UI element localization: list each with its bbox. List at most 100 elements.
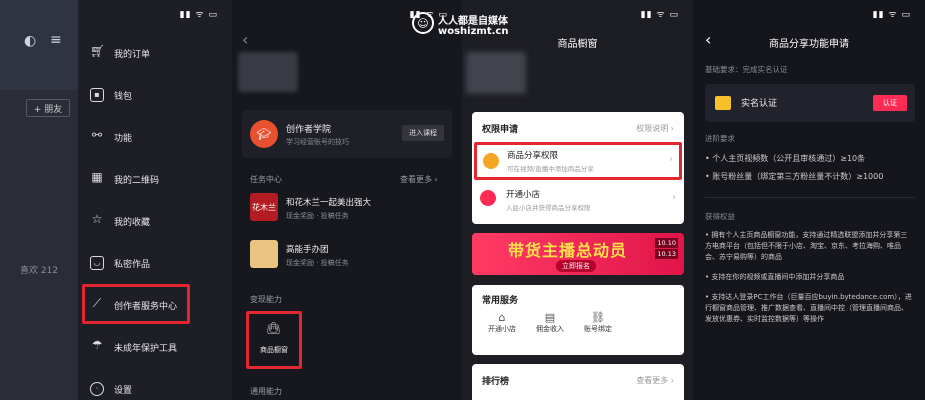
- status-icons: ▮▮ ᯤ ▭: [640, 10, 679, 20]
- watermark-text: 人人都是自媒体: [438, 16, 508, 27]
- profile-background: ◐ ≡ + 朋友 喜欢 212: [0, 0, 78, 400]
- permission-explain-link[interactable]: 权限说明 ›: [636, 123, 674, 134]
- rights-item: • 支持在你的视频或直播间中添加并分享商品: [705, 273, 845, 281]
- menu-item-qrcode[interactable]: ▦ 我的二维码: [90, 170, 160, 186]
- avatar: [238, 52, 298, 92]
- open-shop-subtitle: 入驻小店并获得商品分享权限: [506, 204, 591, 212]
- task-center-title: 任务中心: [250, 175, 282, 184]
- menu-item-label: 我的订单: [114, 49, 151, 60]
- shop-open-icon: [480, 190, 496, 206]
- share-permission-title: 商品分享权限: [507, 151, 559, 161]
- task-title[interactable]: 高能手办团: [286, 243, 329, 255]
- ranking-more-link[interactable]: 查看更多 ›: [636, 375, 674, 386]
- open-shop-title[interactable]: 开通小店: [506, 188, 540, 200]
- permission-title: 权限申请: [482, 125, 519, 135]
- ranking-title: 排行榜: [482, 377, 510, 387]
- basic-requirement: 基础要求：完成实名认证: [705, 65, 788, 74]
- menu-item-label: 钱包: [114, 91, 133, 102]
- rights-title: 获得权益: [705, 212, 735, 221]
- more-label: 查看更多: [636, 376, 669, 385]
- menu-item-label: 我的收藏: [114, 217, 151, 228]
- explain-label: 权限说明: [636, 124, 669, 133]
- menu-item-orders[interactable]: 🛒︎ 我的订单: [90, 45, 151, 60]
- divider: [705, 197, 915, 198]
- task-title[interactable]: 和花木兰一起美出强大: [286, 196, 371, 208]
- watermark-url: woshizmt.cn: [438, 26, 509, 37]
- realname-card: 实名认证 认证: [705, 84, 915, 122]
- shop-icon: ⌂: [498, 311, 506, 324]
- service-label: 佣金收入: [536, 325, 564, 333]
- menu-item-label: 设置: [114, 385, 133, 396]
- academy-icon: 🎓︎: [250, 120, 278, 148]
- panel-creator-center: ▮▮ ᯤ ▭ ‹ 🎓︎ 创作者学院 学习经营账号的技巧 进入课程 任务中心 查看…: [232, 0, 462, 400]
- service-account-binding[interactable]: ⛓︎ 账号绑定: [578, 311, 618, 334]
- umbrella-icon: ☂: [91, 338, 103, 352]
- services-card: 常用服务 ⌂ 开通小店 ▤ 佣金收入 ⛓︎ 账号绑定: [472, 285, 684, 355]
- page-title: 商品分享功能申请: [769, 39, 849, 50]
- product-window-entry[interactable]: 👜︎ 商品橱窗: [246, 311, 302, 369]
- advanced-item-text: 个人主页视频数（公开且审核通过）≥10条: [712, 154, 866, 163]
- menu-item-label: 我的二维码: [114, 175, 160, 186]
- likes-count[interactable]: 喜欢 212: [20, 263, 58, 276]
- task-thumb-mulan: 花木兰: [250, 193, 278, 221]
- menu-item-private-works[interactable]: ◡ 私密作品: [90, 256, 150, 270]
- enter-course-button[interactable]: 进入课程: [402, 125, 444, 141]
- settings-icon: ·: [90, 382, 104, 396]
- service-open-shop[interactable]: ⌂ 开通小店: [482, 311, 522, 334]
- ranking-card: 排行榜 查看更多 ›: [472, 364, 684, 400]
- promo-banner[interactable]: 带货主播总动员 立即报名 10.10 10.13: [472, 233, 684, 275]
- back-icon[interactable]: ‹: [242, 30, 248, 49]
- menu-item-minor-protection[interactable]: ☂ 未成年保护工具: [90, 338, 178, 354]
- shop-bag-icon: 👜︎: [266, 321, 282, 335]
- service-label: 开通小店: [488, 325, 516, 333]
- income-icon: ▤: [544, 311, 556, 324]
- share-permission-item[interactable]: 商品分享权限 可在视频/直播中添加商品分享 ›: [474, 142, 682, 180]
- qrcode-icon: ▦: [91, 170, 103, 184]
- rights-item-text: 支持在你的视频或直播间中添加并分享商品: [711, 273, 845, 281]
- status-icons: ▮▮ ᯤ ▭: [872, 10, 911, 20]
- menu-item-label: 功能: [114, 133, 133, 144]
- panel-product-window: ▮▮ ᯤ ▭ 商品橱窗 权限申请 权限说明 › 商品分享权限 可在视频/直播中添…: [462, 0, 693, 400]
- service-income[interactable]: ▤ 佣金收入: [530, 311, 570, 334]
- rights-item-text: 拥有个人主页商品橱窗功能，支持通过精选联盟添加并分享第三方电商平台（包括但不限于…: [705, 231, 908, 261]
- academy-card[interactable]: 🎓︎ 创作者学院 学习经营账号的技巧 进入课程: [242, 110, 452, 158]
- private-works-icon: ◡: [90, 256, 104, 270]
- verify-button[interactable]: 认证: [873, 95, 907, 111]
- services-title: 常用服务: [482, 296, 519, 306]
- banner-signup: 立即报名: [556, 260, 596, 272]
- wallet-icon: ▪: [90, 88, 104, 102]
- add-friend-button[interactable]: + 朋友: [26, 99, 70, 117]
- menu-item-favorites[interactable]: ☆ 我的收藏: [90, 212, 151, 228]
- permission-card: 权限申请 权限说明 › 商品分享权限 可在视频/直播中添加商品分享 › 开通小店…: [472, 112, 684, 224]
- service-label: 账号绑定: [584, 325, 612, 333]
- menu-item-label: 私密作品: [114, 259, 151, 270]
- menu-item-wallet[interactable]: ▪ 钱包: [90, 88, 132, 102]
- task-more-link[interactable]: 查看更多 ›: [400, 174, 438, 185]
- task-thumb-figure: [250, 240, 278, 268]
- highlight-box: [82, 284, 190, 324]
- task-subtitle: 现金奖励 · 投稿任务: [286, 259, 349, 267]
- advanced-item: • 个人主页视频数（公开且审核通过）≥10条: [705, 154, 866, 163]
- share-icon: [483, 153, 499, 169]
- chevron-right-icon: ›: [672, 192, 676, 203]
- menu-item-functions[interactable]: ⚯ 功能: [90, 128, 133, 144]
- common-ability-title: 通用能力: [250, 387, 282, 396]
- panel-share-application: ▮▮ ᯤ ▭ ‹ 商品分享功能申请 基础要求：完成实名认证 实名认证 认证 进阶…: [693, 0, 925, 400]
- theme-icon[interactable]: ◐: [24, 33, 36, 49]
- advanced-title: 进阶要求: [705, 134, 735, 143]
- menu-item-label: 未成年保护工具: [114, 343, 178, 354]
- banner-date: 10.13: [655, 249, 678, 259]
- menu-icon[interactable]: ≡: [50, 32, 62, 48]
- rights-item: • 拥有个人主页商品橱窗功能，支持通过精选联盟添加并分享第三方电商平台（包括但不…: [705, 231, 908, 261]
- menu-item-settings[interactable]: · 设置: [90, 382, 132, 396]
- panel-profile-menu: ◐ ≡ + 朋友 喜欢 212 ▮▮ ᯤ ▭ 🛒︎ 我的订单 ▪ 钱包 ⚯ 功能 ▦ 我…: [0, 0, 232, 400]
- id-card-icon: [715, 96, 731, 110]
- side-menu: ▮▮ ᯤ ▭ 🛒︎ 我的订单 ▪ 钱包 ⚯ 功能 ▦ 我的二维码 ☆ 我的收藏 ◡ 私密作品…: [78, 0, 232, 400]
- link-icon: ⛓︎: [591, 311, 605, 324]
- star-icon: ☆: [91, 212, 103, 226]
- function-icon: ⚯: [91, 128, 103, 142]
- monetize-title: 变现能力: [250, 295, 282, 304]
- share-permission-subtitle: 可在视频/直播中添加商品分享: [507, 165, 594, 173]
- watermark-logo: ☺ 人人都是自媒体 woshizmt.cn: [410, 10, 520, 46]
- academy-title: 创作者学院: [286, 125, 332, 135]
